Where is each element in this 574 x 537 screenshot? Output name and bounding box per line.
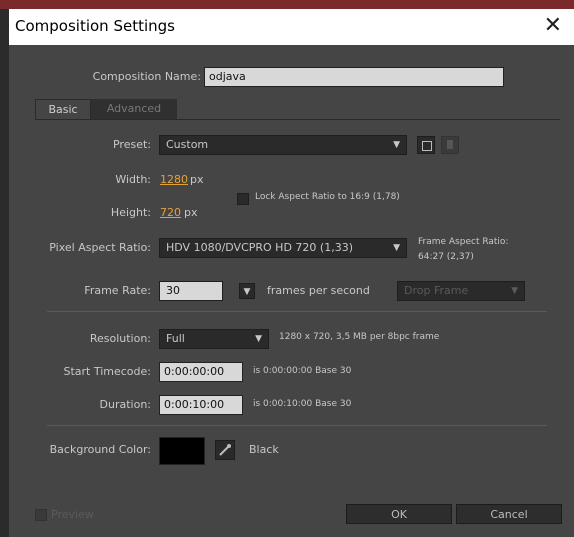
frame-rate-label: Frame Rate: (84, 284, 151, 297)
cancel-button[interactable]: Cancel (456, 504, 562, 524)
lock-aspect-checkbox[interactable] (237, 193, 249, 205)
tab-basic[interactable]: Basic (35, 99, 91, 119)
window-frame-top (0, 0, 574, 9)
save-preset-button[interactable] (417, 136, 435, 154)
start-timecode-input[interactable]: 0:00:00:00 (159, 362, 243, 382)
preview-checkbox[interactable] (35, 509, 47, 521)
eyedropper-button[interactable] (215, 440, 235, 460)
trash-icon (447, 140, 453, 149)
resolution-label: Resolution: (89, 332, 151, 345)
duration-input[interactable]: 0:00:10:00 (159, 395, 243, 415)
preset-select[interactable]: Custom ▼ (159, 135, 407, 155)
save-preset-icon (422, 141, 432, 151)
drop-frame-value: Drop Frame (404, 284, 469, 297)
height-value[interactable]: 720 (160, 206, 181, 219)
pixel-aspect-label: Pixel Aspect Ratio: (49, 241, 151, 254)
frame-rate-input[interactable]: 30 (159, 281, 223, 301)
divider (47, 425, 547, 426)
background-color-swatch[interactable] (159, 437, 205, 465)
delete-preset-button[interactable] (441, 136, 459, 154)
composition-settings-dialog: Composition Settings ✕ Composition Name:… (9, 9, 574, 537)
preset-label: Preset: (112, 138, 151, 151)
background-color-label: Background Color: (49, 443, 151, 456)
background-color-name: Black (249, 443, 279, 456)
chevron-down-icon: ▼ (255, 334, 262, 344)
tab-advanced[interactable]: Advanced (91, 99, 177, 119)
eyedropper-icon (219, 444, 231, 456)
duration-label: Duration: (99, 398, 151, 411)
composition-name-label: Composition Name: (92, 70, 201, 83)
composition-name-input[interactable]: odjava (204, 67, 504, 87)
chevron-down-icon: ▼ (393, 140, 400, 150)
preset-value: Custom (166, 138, 209, 151)
frame-aspect-label: Frame Aspect Ratio: (418, 237, 509, 247)
resolution-value: Full (166, 332, 185, 345)
width-label: Width: (115, 173, 151, 186)
close-icon[interactable]: ✕ (544, 13, 562, 38)
pixel-aspect-value: HDV 1080/DVCPRO HD 720 (1,33) (166, 241, 353, 254)
frame-aspect-value: 64:27 (2,37) (418, 252, 474, 262)
chevron-down-icon: ▼ (511, 286, 518, 296)
ok-button[interactable]: OK (346, 504, 452, 524)
title-bar: Composition Settings ✕ (9, 9, 574, 45)
preview-label: Preview (51, 508, 94, 521)
width-value[interactable]: 1280 (160, 173, 188, 186)
lock-aspect-label: Lock Aspect Ratio to 16:9 (1,78) (255, 192, 400, 202)
divider (47, 311, 547, 312)
width-unit: px (190, 173, 204, 186)
dialog-title: Composition Settings (15, 17, 175, 35)
frame-rate-unit: frames per second (267, 284, 370, 297)
start-timecode-info: is 0:00:00:00 Base 30 (253, 366, 352, 376)
height-unit: px (184, 206, 198, 219)
resolution-select[interactable]: Full ▼ (159, 329, 269, 349)
duration-info: is 0:00:10:00 Base 30 (253, 399, 352, 409)
drop-frame-select[interactable]: Drop Frame ▼ (397, 281, 525, 301)
height-label: Height: (110, 206, 151, 219)
pixel-aspect-select[interactable]: HDV 1080/DVCPRO HD 720 (1,33) ▼ (159, 238, 407, 258)
start-timecode-label: Start Timecode: (63, 365, 151, 378)
frame-rate-dropdown[interactable]: ▼ (239, 283, 255, 299)
resolution-info: 1280 x 720, 3,5 MB per 8bpc frame (279, 332, 440, 342)
chevron-down-icon: ▼ (393, 243, 400, 253)
